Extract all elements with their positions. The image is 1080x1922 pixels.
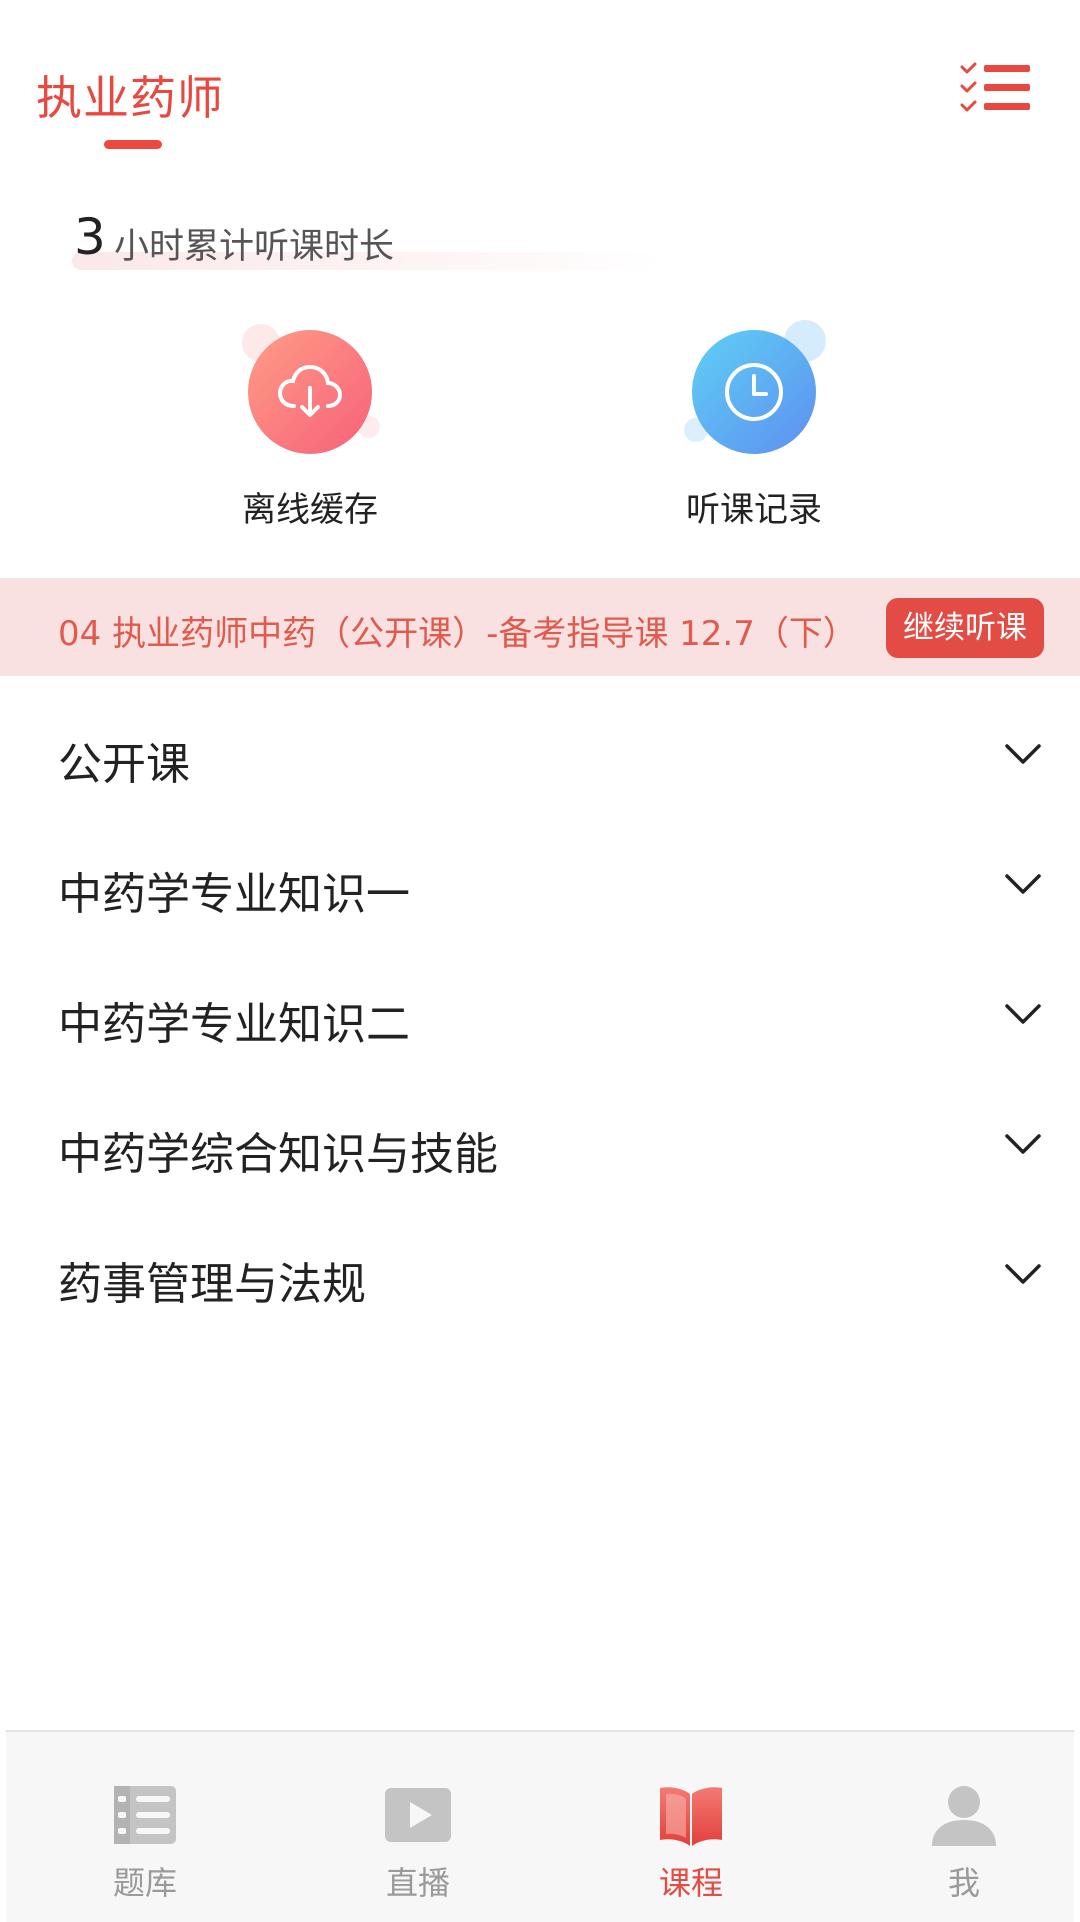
course-category-label: 药事管理与法规 <box>58 1259 366 1310</box>
course-category-item[interactable]: 中药学专业知识一 <box>0 820 1080 950</box>
tab-label: 我 <box>947 1864 980 1902</box>
course-category-item[interactable]: 公开课 <box>0 690 1080 820</box>
tab-question-bank[interactable]: 题库 <box>6 1732 273 1922</box>
page-title[interactable]: 执业药师 <box>36 62 224 128</box>
tab-label: 题库 <box>112 1864 177 1902</box>
chevron-down-icon <box>1005 1264 1041 1284</box>
tab-label: 直播 <box>385 1864 450 1902</box>
tab-live[interactable]: 直播 <box>279 1732 546 1922</box>
header: 执业药师 <box>0 0 1080 160</box>
course-category-label: 中药学专业知识一 <box>58 869 410 920</box>
tab-label: 课程 <box>658 1864 723 1902</box>
chevron-down-icon <box>1005 1004 1041 1024</box>
last-lesson-title: 04 执业药师中药（公开课）-备考指导课 12.7（下） <box>58 614 857 654</box>
offline-cache-button[interactable]: 离线缓存 <box>180 310 440 530</box>
tab-courses[interactable]: 课程 <box>552 1732 819 1922</box>
title-underline <box>104 140 162 149</box>
question-bank-icon <box>114 1786 176 1844</box>
book-icon <box>660 1787 722 1846</box>
play-icon <box>385 1788 451 1842</box>
study-hours-value: 3 <box>74 208 106 266</box>
course-category-label: 公开课 <box>58 739 190 790</box>
course-category-item[interactable]: 中药学专业知识二 <box>0 950 1080 1080</box>
study-hours-label: 小时累计听课时长 <box>114 227 395 267</box>
chevron-down-icon <box>1005 744 1041 764</box>
listening-history-button[interactable]: 听课记录 <box>624 310 884 530</box>
checklist-menu-icon[interactable] <box>958 62 1032 116</box>
course-category-label: 中药学专业知识二 <box>58 999 410 1050</box>
listening-history-label: 听课记录 <box>686 490 822 530</box>
continue-listening-button[interactable]: 继续听课 <box>886 598 1044 658</box>
bottom-tab-bar: 题库 直播 课程 我 <box>6 1730 1074 1922</box>
chevron-down-icon <box>1005 1134 1041 1154</box>
course-category-item[interactable]: 药事管理与法规 <box>0 1210 1080 1340</box>
course-category-list: 公开课 中药学专业知识一 中药学专业知识二 中药学综合知识与技能 药事管理与法规 <box>0 690 1080 1340</box>
course-category-item[interactable]: 中药学综合知识与技能 <box>0 1080 1080 1210</box>
user-icon <box>932 1786 996 1846</box>
offline-cache-label: 离线缓存 <box>242 490 378 530</box>
continue-learning-banner[interactable]: 04 执业药师中药（公开课）-备考指导课 12.7（下） 继续听课 <box>0 578 1080 676</box>
clock-icon <box>725 363 783 421</box>
tab-me[interactable]: 我 <box>825 1732 1080 1922</box>
chevron-down-icon <box>1005 874 1041 894</box>
cloud-download-icon <box>277 364 343 417</box>
course-category-label: 中药学综合知识与技能 <box>58 1129 498 1180</box>
